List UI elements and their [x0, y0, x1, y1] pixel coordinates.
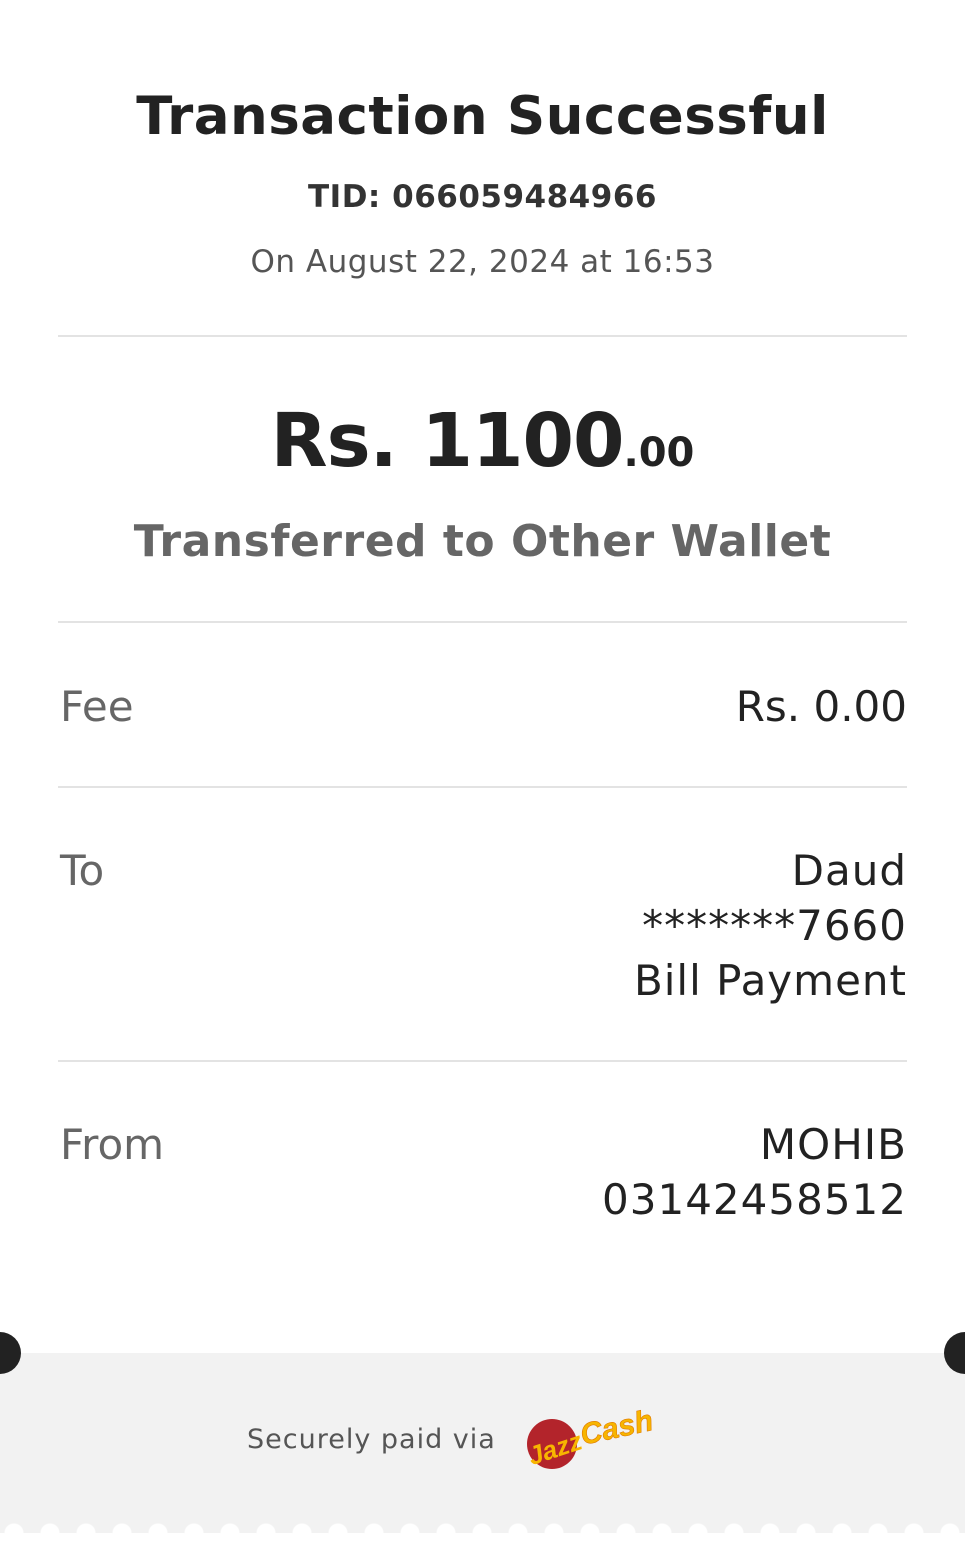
- secure-payment-text: Securely paid via: [247, 1424, 496, 1455]
- sender-account: 03142458512: [602, 1175, 907, 1224]
- receipt-card: Transaction Successful TID: 066059484966…: [0, 0, 965, 1353]
- page-title: Transaction Successful: [136, 86, 829, 147]
- recipient-account: *******7660: [642, 901, 907, 950]
- amount-display: Rs. 1100.00: [0, 398, 965, 484]
- amount-main: Rs. 1100: [270, 398, 625, 484]
- transaction-id: TID: 066059484966: [0, 179, 965, 215]
- transfer-type: Transferred to Other Wallet: [133, 516, 832, 567]
- scalloped-edge: [0, 1523, 965, 1543]
- sender-name: MOHIB: [759, 1120, 907, 1169]
- from-details: MOHIB 03142458512: [602, 1117, 907, 1227]
- divider: [58, 786, 907, 788]
- amount-decimals: .00: [623, 430, 695, 476]
- fee-label: Fee: [60, 682, 134, 731]
- fee-amount: Rs. 0.00: [735, 682, 907, 731]
- divider: [58, 1060, 907, 1062]
- divider: [58, 335, 907, 337]
- from-label: From: [60, 1120, 165, 1169]
- to-label: To: [60, 846, 105, 895]
- jazzcash-logo: Jazz Cash: [524, 1404, 656, 1471]
- tid-value: 066059484966: [392, 179, 657, 215]
- recipient-name: Daud: [791, 846, 907, 895]
- jazzcash-logo-cash: Cash: [577, 1404, 656, 1452]
- to-details: Daud *******7660 Bill Payment: [634, 843, 907, 1008]
- divider: [58, 621, 907, 623]
- payment-purpose: Bill Payment: [633, 956, 907, 1005]
- fee-value: Rs. 0.00: [736, 679, 907, 734]
- tid-label: TID:: [308, 179, 381, 215]
- transaction-datetime: On August 22, 2024 at 16:53: [250, 244, 715, 280]
